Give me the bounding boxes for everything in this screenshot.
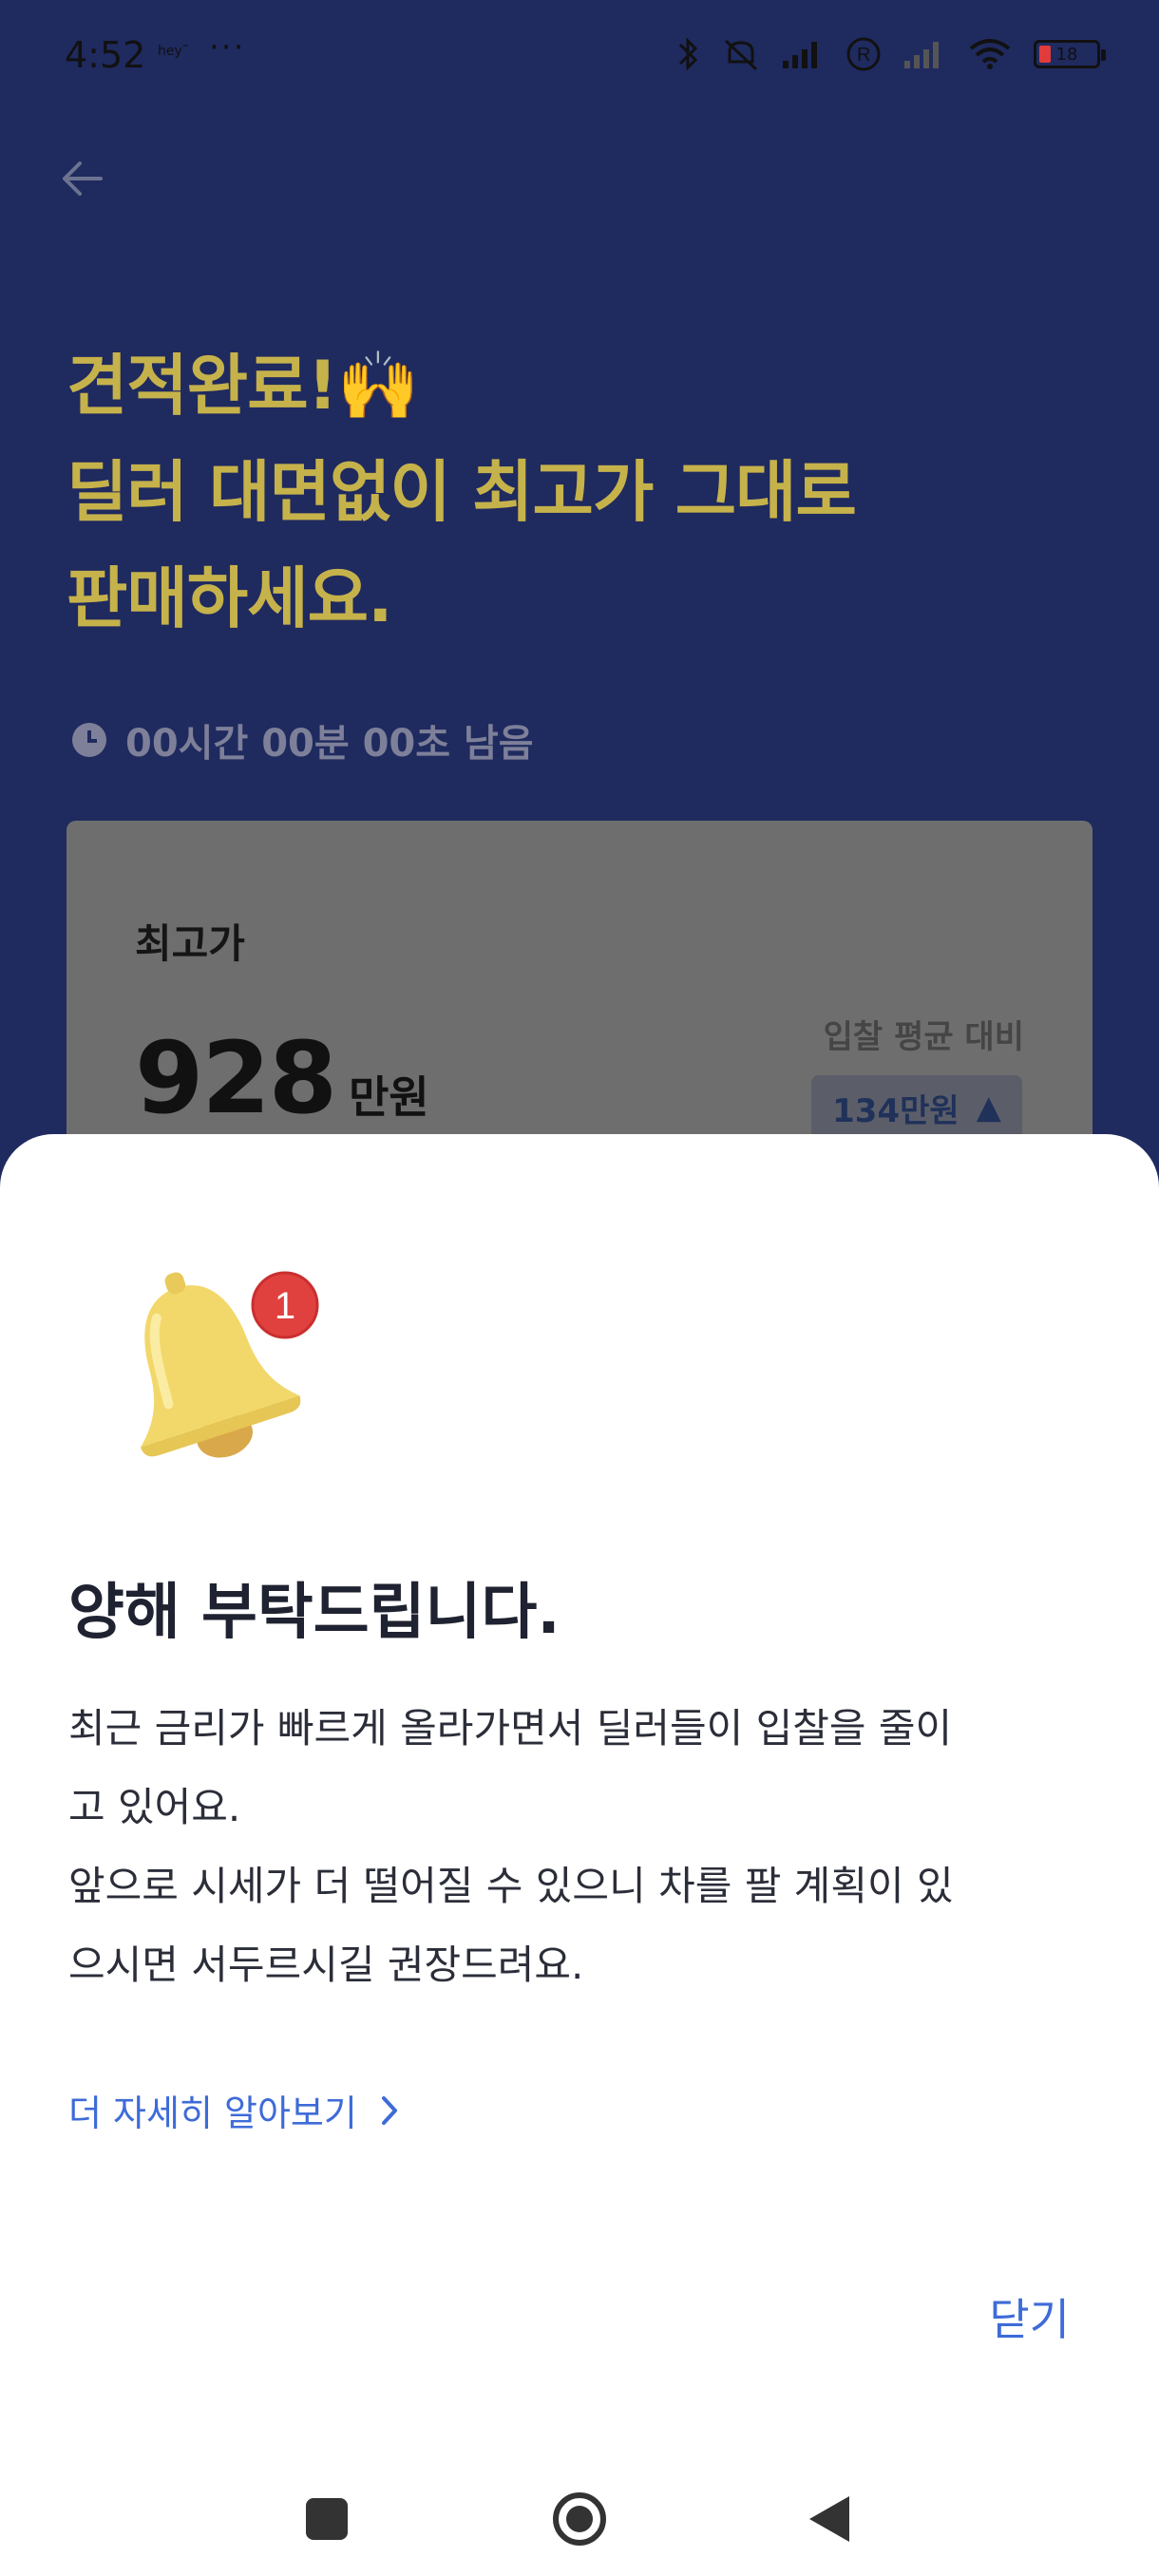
compare-label: 입찰 평균 대비 <box>823 1018 1024 1056</box>
sheet-body: 최근 금리가 빠르게 올라가면서 딜러들이 입찰을 줄이 고 있어요. 앞으로 … <box>68 1689 1075 2004</box>
sheet-body-line: 으시면 서두르시길 권장드려요. <box>68 1941 584 1988</box>
notice-bottom-sheet: 1 양해 부탁드립니다. 최근 금리가 빠르게 올라가면서 딜러들이 입찰을 줄… <box>0 1134 1159 2576</box>
status-dots: ··· <box>209 28 246 66</box>
recent-apps-button[interactable] <box>306 2498 348 2540</box>
chevron-right-icon <box>381 2095 397 2125</box>
close-button[interactable]: 닫기 <box>989 2285 1070 2348</box>
mute-icon <box>724 39 758 71</box>
headline-line-3: 판매하세요. <box>66 559 393 637</box>
sheet-body-line: 최근 금리가 빠르게 올라가면서 딜러들이 입찰을 줄이 <box>68 1705 953 1752</box>
status-bar: 4:52 hey˜ ··· R 18 <box>0 0 1159 114</box>
signal-icon <box>783 42 817 68</box>
sheet-body-line: 앞으로 시세가 더 떨어질 수 있으니 차를 팔 계획이 있 <box>68 1863 954 1909</box>
price-card-title: 최고가 <box>135 920 245 967</box>
sheet-body-line: 고 있어요. <box>68 1784 241 1830</box>
timer-text: 00시간 00분 00초 남음 <box>125 722 534 766</box>
headline-line-2: 딜러 대면없이 최고가 그대로 <box>66 453 857 531</box>
compare-value: 134만원 <box>832 1091 960 1130</box>
wifi-icon <box>969 39 1011 69</box>
up-arrow-icon: ▲ <box>976 1089 1001 1127</box>
battery-level: 18 <box>1055 44 1078 65</box>
sheet-title: 양해 부탁드립니다. <box>68 1578 560 1648</box>
home-button[interactable] <box>553 2492 606 2546</box>
clock-icon <box>72 723 106 757</box>
back-button[interactable] <box>809 2496 849 2542</box>
status-small-label: hey˜ <box>158 44 189 59</box>
bluetooth-icon <box>678 37 698 71</box>
compare-badge: 134만원 ▲ <box>811 1075 1022 1140</box>
price-display: 928 만원 <box>135 1020 429 1136</box>
remaining-timer: 00시간 00분 00초 남음 <box>72 712 534 767</box>
page-headline: 견적완료!🙌 딜러 대면없이 최고가 그대로 판매하세요. <box>66 332 1112 652</box>
battery-icon: 18 <box>1034 40 1106 68</box>
back-arrow-icon[interactable] <box>55 152 108 205</box>
learn-more-label: 더 자세히 알아보기 <box>68 2093 357 2134</box>
signal-icon <box>904 42 939 68</box>
bell-badge-count: 1 <box>275 1285 295 1327</box>
roaming-icon: R <box>846 37 881 71</box>
svg-text:R: R <box>857 45 870 66</box>
price-value: 928 <box>135 1020 337 1136</box>
headline-line-1: 견적완료!🙌 <box>66 347 420 425</box>
learn-more-link[interactable]: 더 자세히 알아보기 <box>68 2084 401 2136</box>
system-nav-bar <box>0 2458 1159 2576</box>
price-unit: 만원 <box>349 1071 429 1123</box>
notification-bell-icon: 1 <box>141 1271 319 1458</box>
status-icons: R 18 <box>676 30 1106 78</box>
status-time: 4:52 <box>65 34 146 76</box>
